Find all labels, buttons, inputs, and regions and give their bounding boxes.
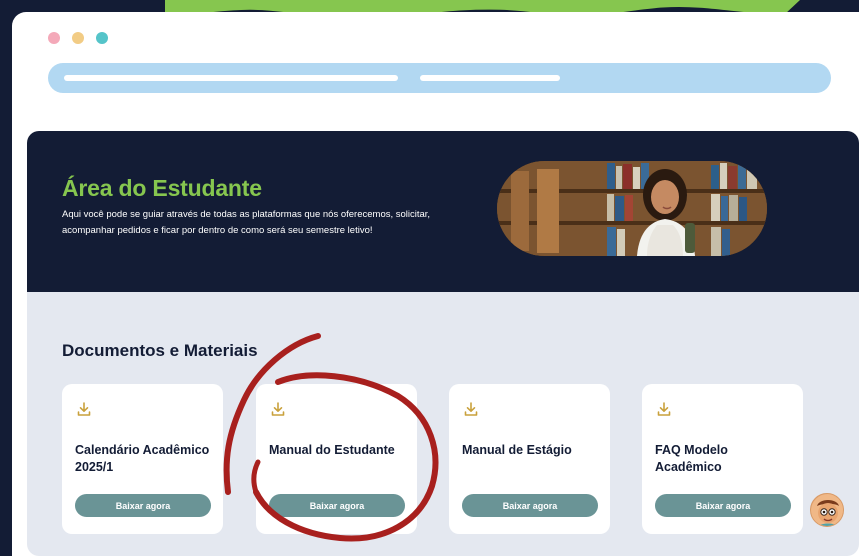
document-title: Manual de Estágio bbox=[462, 443, 572, 457]
download-button[interactable]: Baixar agora bbox=[75, 494, 211, 517]
window-dot-teal[interactable] bbox=[96, 32, 108, 44]
page-title: Área do Estudante bbox=[62, 175, 262, 201]
address-bar[interactable] bbox=[48, 63, 831, 93]
download-button[interactable]: Baixar agora bbox=[269, 494, 405, 517]
address-placeholder-line bbox=[420, 75, 560, 81]
window-dot-red[interactable] bbox=[48, 32, 60, 44]
document-card-internship-manual: Manual de Estágio Baixar agora bbox=[449, 384, 610, 534]
student-photo bbox=[497, 161, 767, 256]
documents-section: Documentos e Materiais Calendário Acadêm… bbox=[27, 292, 859, 556]
address-placeholder-line bbox=[64, 75, 398, 81]
hero-description: Aqui você pode se guiar através de todas… bbox=[62, 209, 431, 236]
window-dot-yellow[interactable] bbox=[72, 32, 84, 44]
document-card-faq: FAQ Modelo Acadêmico Baixar agora bbox=[642, 384, 803, 534]
document-card-student-manual: Manual do Estudante Baixar agora bbox=[256, 384, 417, 534]
download-button[interactable]: Baixar agora bbox=[462, 494, 598, 517]
download-icon bbox=[77, 402, 91, 416]
document-title: FAQ Modelo Acadêmico bbox=[655, 443, 728, 474]
document-card-calendar: Calendário Acadêmico 2025/1 Baixar agora bbox=[62, 384, 223, 534]
download-icon bbox=[657, 402, 671, 416]
download-icon bbox=[464, 402, 478, 416]
window-controls bbox=[48, 32, 108, 44]
student-area-hero: Área do Estudante Aqui você pode se guia… bbox=[27, 131, 859, 292]
document-title: Manual do Estudante bbox=[269, 443, 395, 457]
document-title: Calendário Acadêmico 2025/1 bbox=[75, 443, 210, 474]
chat-avatar[interactable] bbox=[810, 493, 844, 527]
download-button[interactable]: Baixar agora bbox=[655, 494, 791, 517]
section-heading: Documentos e Materiais bbox=[62, 341, 258, 360]
download-icon bbox=[271, 402, 285, 416]
browser-window: Área do Estudante Aqui você pode se guia… bbox=[12, 12, 859, 556]
